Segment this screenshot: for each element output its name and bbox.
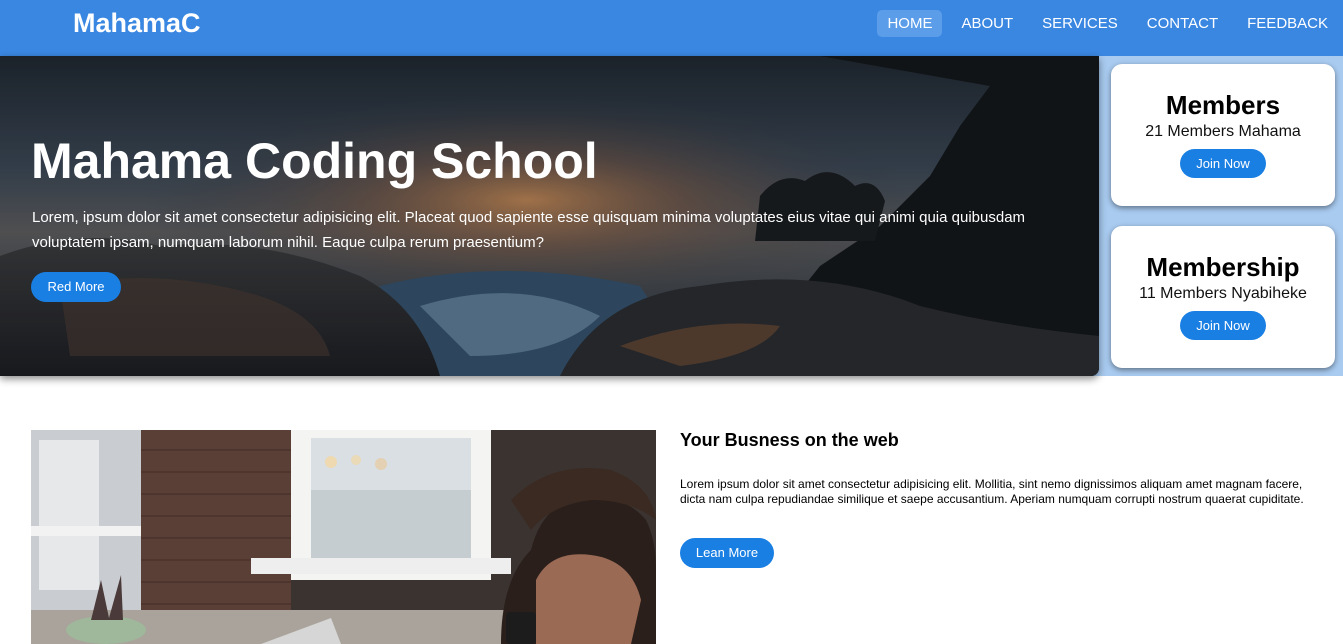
nav-link-home[interactable]: HOME (877, 10, 943, 37)
join-now-button[interactable]: Join Now (1180, 149, 1266, 178)
hero-section: Mahama Coding School Lorem, ipsum dolor … (0, 56, 1099, 376)
nav-link-contact[interactable]: CONTACT (1137, 10, 1228, 37)
members-card: Members 21 Members Mahama Join Now (1111, 64, 1335, 206)
card-title: Membership (1146, 252, 1300, 282)
brand-logo[interactable]: MahamaC (73, 8, 201, 39)
membership-card: Membership 11 Members Nyabiheke Join Now (1111, 226, 1335, 368)
nav-link-services[interactable]: SERVICES (1032, 10, 1128, 37)
nav-link-about[interactable]: ABOUT (951, 10, 1023, 37)
learn-more-button[interactable]: Lean More (680, 538, 774, 568)
card-title: Members (1165, 90, 1281, 120)
card-subtitle: 21 Members Mahama (1145, 123, 1301, 140)
join-now-button[interactable]: Join Now (1180, 311, 1266, 340)
nav-menu: HOME ABOUT SERVICES CONTACT FEEDBACK (868, 10, 1343, 37)
card-subtitle: 11 Members Nyabiheke (1139, 285, 1307, 302)
feature-title: Your Busness on the web (680, 430, 899, 450)
office-photo (31, 430, 656, 644)
navbar: MahamaC HOME ABOUT SERVICES CONTACT FEED… (0, 0, 1343, 56)
read-more-button[interactable]: Red More (31, 272, 121, 302)
hero-description: Lorem, ipsum dolor sit amet consectetur … (32, 209, 1026, 251)
nav-link-feedback[interactable]: FEEDBACK (1237, 10, 1338, 37)
feature-description: Lorem ipsum dolor sit amet consectetur a… (680, 477, 1304, 506)
feature-image (31, 430, 656, 644)
hero-title: Mahama Coding School (31, 133, 598, 189)
